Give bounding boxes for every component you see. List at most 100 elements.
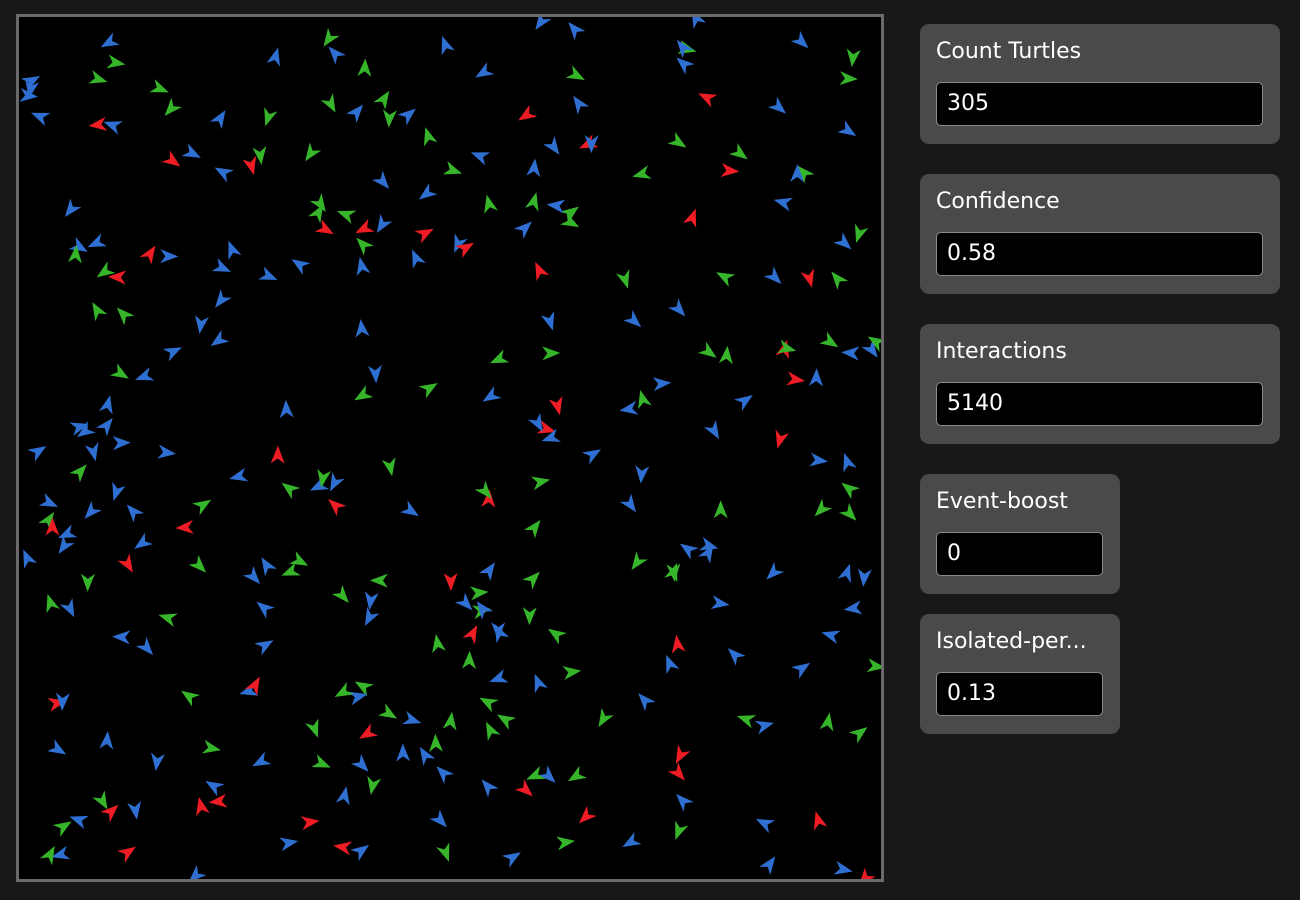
arrowhead-icon <box>109 363 129 379</box>
arrowhead-icon <box>47 739 67 755</box>
arrowhead-icon <box>442 161 463 175</box>
arrowhead-icon <box>675 744 691 764</box>
monitor-label: Confidence <box>936 189 1060 214</box>
arrowhead-icon <box>355 218 375 234</box>
arrowhead-icon <box>556 836 576 851</box>
arrowhead-icon <box>208 793 228 808</box>
monitor-label: Interactions <box>936 339 1067 364</box>
arrowhead-icon <box>727 648 746 666</box>
arrowhead-icon <box>573 95 590 115</box>
arrowhead-icon <box>598 708 614 728</box>
arrowhead-icon <box>382 109 397 128</box>
arrowhead-icon <box>423 127 438 147</box>
arrowhead-icon <box>281 482 301 500</box>
arrowhead-icon <box>252 751 272 767</box>
arrowhead-icon <box>428 733 443 753</box>
arrowhead-icon <box>378 703 398 719</box>
arrowhead-icon <box>160 249 179 264</box>
arrowhead-icon <box>718 345 733 365</box>
arrowhead-icon <box>462 650 477 669</box>
arrowhead-icon <box>734 394 753 412</box>
arrowhead-icon <box>331 584 349 604</box>
arrowhead-icon <box>513 221 532 239</box>
arrowhead-icon <box>337 210 357 224</box>
arrowhead-icon <box>381 457 396 477</box>
arrowhead-icon <box>281 562 301 576</box>
monitor-value: 0.13 <box>936 672 1103 716</box>
arrowhead-icon <box>535 17 552 30</box>
monitor-interactions: Interactions 5140 <box>920 324 1280 444</box>
arrowhead-icon <box>562 666 582 681</box>
arrowhead-icon <box>195 315 209 334</box>
arrowhead-icon <box>320 93 336 113</box>
arrowhead-icon <box>158 613 178 627</box>
arrowhead-icon <box>841 346 860 361</box>
arrowhead-icon <box>100 32 120 48</box>
arrowhead-icon <box>522 571 540 590</box>
arrowhead-icon <box>518 104 538 121</box>
monitor-label: Isolated-per... <box>936 629 1087 654</box>
monitor-label: Count Turtles <box>936 39 1082 64</box>
arrowhead-icon <box>763 266 782 285</box>
world-view[interactable] <box>16 14 884 882</box>
arrowhead-icon <box>149 79 169 93</box>
arrowhead-icon <box>188 554 207 573</box>
arrowhead-icon <box>436 766 455 784</box>
arrowhead-icon <box>112 436 131 451</box>
arrowhead-icon <box>162 347 182 362</box>
arrowhead-icon <box>666 654 680 675</box>
arrowhead-icon <box>676 39 694 59</box>
arrowhead-icon <box>300 816 320 831</box>
arrowhead-icon <box>214 167 234 183</box>
arrowhead-icon <box>356 256 371 276</box>
arrowhead-icon <box>84 500 102 519</box>
arrowhead-icon <box>501 852 521 868</box>
arrowhead-icon <box>279 837 299 852</box>
arrowhead-icon <box>713 500 728 519</box>
arrowhead-icon <box>703 420 720 440</box>
arrowhead-icon <box>809 368 824 387</box>
arrowhead-icon <box>667 131 687 148</box>
arrowhead-icon <box>112 630 131 645</box>
arrowhead-icon <box>355 318 370 338</box>
arrowhead-icon <box>668 298 686 317</box>
arrowhead-icon <box>88 70 108 84</box>
arrowhead-icon <box>491 622 506 641</box>
arrowhead-icon <box>139 245 156 265</box>
arrowhead-icon <box>80 573 95 592</box>
monitor-value: 305 <box>936 82 1263 126</box>
arrowhead-icon <box>638 693 656 712</box>
arrowhead-icon <box>736 715 757 729</box>
arrowhead-icon <box>462 625 478 645</box>
arrowhead-icon <box>833 232 852 250</box>
arrowhead-icon <box>775 429 790 449</box>
arrowhead-icon <box>205 780 225 797</box>
arrowhead-icon <box>192 499 212 516</box>
arrowhead-icon <box>188 864 207 879</box>
arrowhead-icon <box>228 240 242 260</box>
arrowhead-icon <box>196 797 210 817</box>
arrowhead-icon <box>843 453 857 473</box>
monitor-label: Event-boost <box>936 489 1068 514</box>
arrowhead-icon <box>210 329 230 347</box>
arrowhead-icon <box>59 597 75 618</box>
arrowhead-icon <box>31 112 51 126</box>
arrowhead-icon <box>254 640 274 656</box>
arrowhead-icon <box>175 519 194 534</box>
arrowhead-icon <box>373 90 390 110</box>
arrowhead-icon <box>858 867 876 879</box>
arrowhead-icon <box>369 573 389 588</box>
arrowhead-icon <box>112 481 126 502</box>
arrowhead-icon <box>116 307 135 326</box>
arrowhead-icon <box>126 504 145 523</box>
arrowhead-icon <box>117 553 133 573</box>
arrowhead-icon <box>848 727 868 744</box>
arrowhead-icon <box>766 561 785 580</box>
arrowhead-icon <box>92 302 108 322</box>
arrowhead-icon <box>548 396 563 416</box>
arrowhead-icon <box>69 815 89 830</box>
arrowhead-icon <box>364 591 379 611</box>
arrowhead-icon <box>623 309 642 328</box>
arrowhead-icon <box>98 395 113 415</box>
arrowhead-icon <box>46 593 60 614</box>
